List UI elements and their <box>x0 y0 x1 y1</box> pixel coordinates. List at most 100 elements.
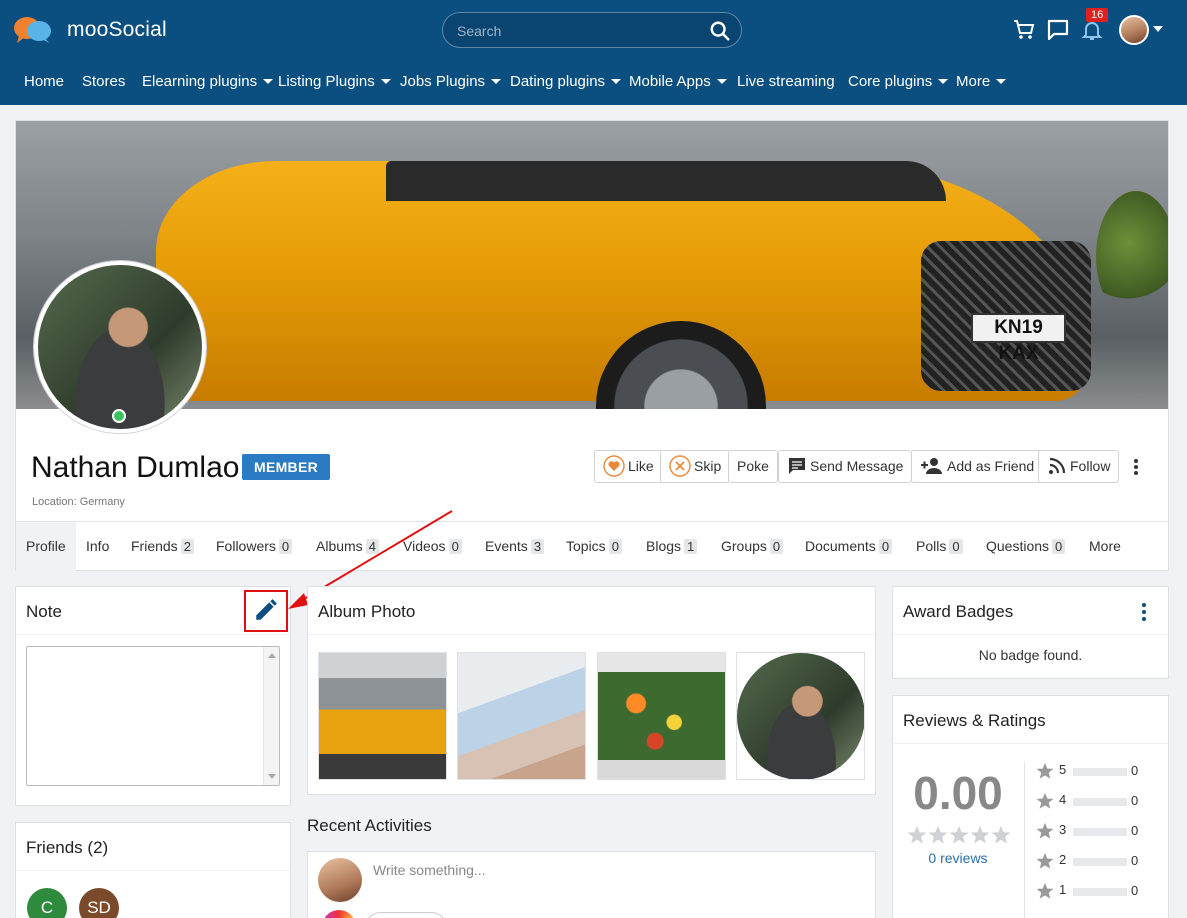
more-options-icon[interactable] <box>1130 457 1142 477</box>
send-message-button[interactable]: Send Message <box>778 450 913 483</box>
tab-events[interactable]: Events 3 <box>485 538 545 554</box>
note-title: Note <box>26 602 62 621</box>
follow-button[interactable]: Follow <box>1038 450 1120 483</box>
nav-item-home[interactable]: Home <box>24 73 64 90</box>
search-input[interactable] <box>457 21 697 41</box>
divider <box>1024 761 1025 918</box>
album-photo-panel: Album Photo <box>307 586 876 795</box>
caret-down-icon <box>716 78 727 84</box>
tab-groups[interactable]: Groups 0 <box>721 538 784 554</box>
rating-count: 0 <box>1131 853 1139 868</box>
tab-questions[interactable]: Questions 0 <box>986 538 1066 554</box>
rating-count: 0 <box>1131 793 1139 808</box>
tab-count: 2 <box>180 539 194 554</box>
add-friend-button[interactable]: Add as Friend <box>911 450 1044 483</box>
tab-profile[interactable]: Profile <box>16 522 76 571</box>
composer-option-button[interactable] <box>364 912 448 918</box>
poke-button[interactable]: Poke <box>728 450 778 483</box>
caret-down-icon <box>380 78 391 84</box>
rating-bar <box>1073 798 1127 806</box>
user-avatar[interactable] <box>1119 15 1149 45</box>
nav-item-elearning-plugins[interactable]: Elearning plugins <box>142 73 274 90</box>
rating-breakdown-row: 4 0 <box>1036 792 1146 810</box>
mooSocial-logo-icon[interactable] <box>14 16 52 44</box>
album-title: Album Photo <box>318 602 416 621</box>
add-user-icon <box>921 458 942 475</box>
friends-title: Friends (2) <box>26 838 109 857</box>
car-license-plate: KN19 KAX <box>971 313 1066 364</box>
brand-name[interactable]: mooSocial <box>67 18 167 42</box>
caret-down-icon <box>611 78 622 84</box>
rating-bar <box>1073 858 1127 866</box>
online-status-indicator <box>112 409 126 423</box>
notification-count-badge: 16 <box>1086 8 1109 22</box>
review-count-link[interactable]: 0 reviews <box>893 850 1023 866</box>
tab-topics[interactable]: Topics 0 <box>566 538 622 554</box>
album-photo-thumbnail[interactable] <box>457 652 586 780</box>
main-nav: Home Stores Elearning plugins Listing Pl… <box>0 60 1187 105</box>
tab-polls[interactable]: Polls 0 <box>916 538 963 554</box>
nav-item-more[interactable]: More <box>956 73 1007 90</box>
caret-down-icon <box>491 78 502 84</box>
album-photo-thumbnail[interactable] <box>736 652 865 780</box>
like-button[interactable]: Like <box>594 450 663 483</box>
car-window <box>386 161 946 201</box>
tab-friends[interactable]: Friends 2 <box>131 538 194 554</box>
nav-item-jobs-plugins[interactable]: Jobs Plugins <box>400 73 502 90</box>
tab-documents[interactable]: Documents 0 <box>805 538 893 554</box>
nav-item-stores[interactable]: Stores <box>82 73 125 90</box>
message-icon <box>789 458 805 475</box>
chat-icon[interactable] <box>1046 18 1070 42</box>
album-photo-thumbnail[interactable] <box>597 652 726 780</box>
rating-star-level: 3 <box>1059 822 1067 837</box>
composer-input[interactable]: Write something... <box>373 862 486 878</box>
heart-icon <box>603 455 625 477</box>
tab-info[interactable]: Info <box>86 538 109 554</box>
close-icon <box>669 455 691 477</box>
nav-item-dating-plugins[interactable]: Dating plugins <box>510 73 622 90</box>
chevron-down-icon[interactable] <box>1153 26 1163 32</box>
tab-blogs[interactable]: Blogs 1 <box>646 538 698 554</box>
album-photo-thumbnail[interactable] <box>318 652 447 780</box>
nav-item-listing-plugins[interactable]: Listing Plugins <box>278 73 391 90</box>
rating-count: 0 <box>1131 763 1139 778</box>
caret-down-icon <box>938 78 949 84</box>
tab-more[interactable]: More <box>1089 538 1121 554</box>
badges-title: Award Badges <box>903 602 1014 621</box>
profile-avatar[interactable] <box>34 261 206 433</box>
rating-breakdown-row: 5 0 <box>1036 762 1146 780</box>
nav-item-core-plugins[interactable]: Core plugins <box>848 73 949 90</box>
star-icon <box>1036 882 1054 899</box>
color-picker-icon[interactable] <box>322 910 356 918</box>
cart-icon[interactable] <box>1012 18 1036 42</box>
more-options-icon[interactable] <box>1138 601 1150 623</box>
nav-item-mobile-apps[interactable]: Mobile Apps <box>629 73 727 90</box>
note-textarea[interactable] <box>26 646 280 786</box>
rating-breakdown-row: 3 0 <box>1036 822 1146 840</box>
star-icon <box>1036 822 1054 839</box>
rating-star-level: 2 <box>1059 852 1067 867</box>
person-photo <box>737 653 864 779</box>
tab-count: 0 <box>769 539 784 554</box>
caret-down-icon <box>996 78 1007 84</box>
reviews-title: Reviews & Ratings <box>903 711 1046 730</box>
rating-star-level: 4 <box>1059 792 1067 807</box>
nav-item-live-streaming[interactable]: Live streaming <box>737 73 835 90</box>
average-stars <box>907 826 1011 844</box>
average-rating: 0.00 <box>913 767 1003 819</box>
status-composer: Write something... <box>307 851 876 918</box>
tab-count: 0 <box>949 539 963 554</box>
search-icon[interactable] <box>709 20 731 42</box>
scroll-up-arrow-icon[interactable] <box>268 653 276 658</box>
rating-star-level: 5 <box>1059 762 1067 777</box>
scrollbar[interactable] <box>263 647 279 785</box>
profile-tabs: Profile Info Friends 2 Followers 0 Albums 4… <box>16 521 1168 571</box>
role-badge: MEMBER <box>242 454 331 480</box>
rating-breakdown-row: 2 0 <box>1036 852 1146 870</box>
tab-count: 0 <box>878 539 893 554</box>
rating-count: 0 <box>1131 823 1139 838</box>
search-box[interactable] <box>442 12 742 48</box>
skip-button[interactable]: Skip <box>660 450 731 483</box>
rating-breakdown-row: 1 0 <box>1036 882 1146 900</box>
scroll-down-arrow-icon[interactable] <box>268 774 276 779</box>
